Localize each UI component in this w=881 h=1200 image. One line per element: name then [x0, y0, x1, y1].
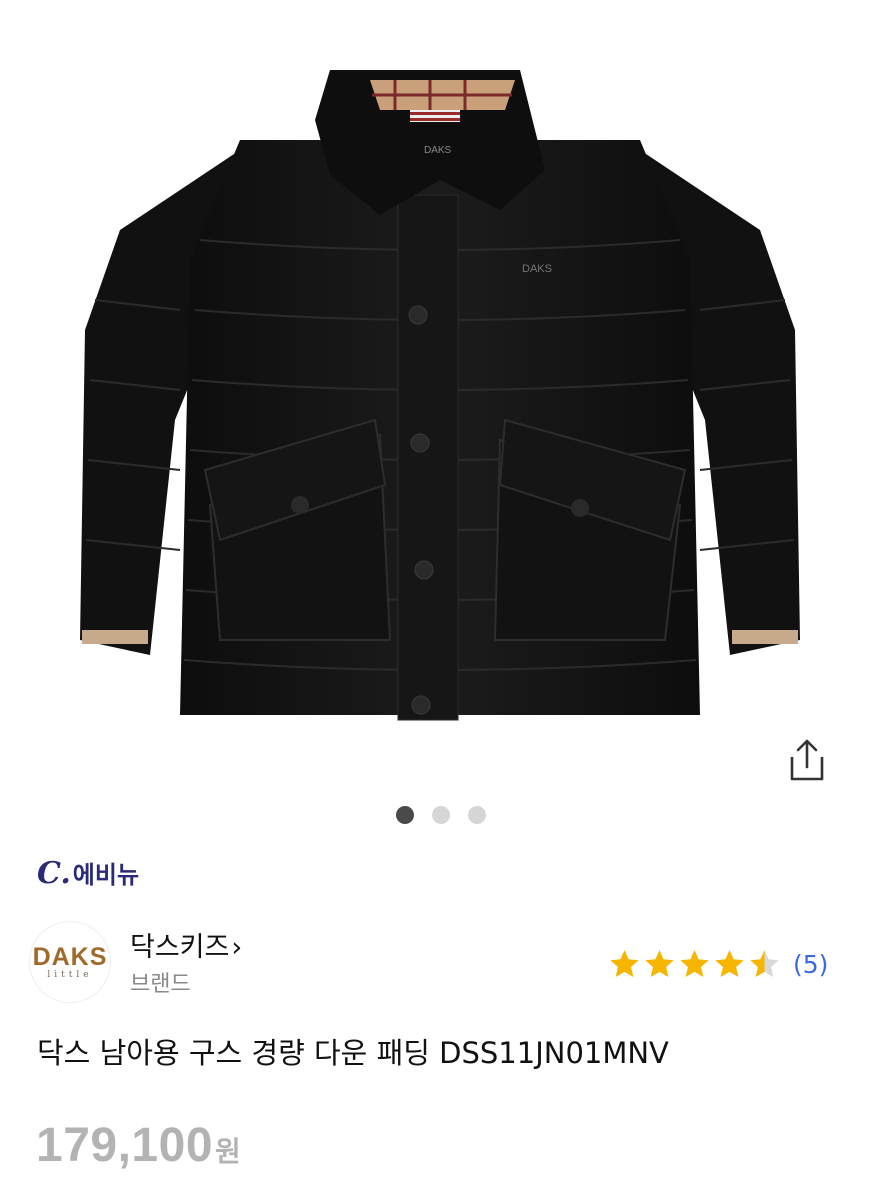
avenue-badge: C. 에비뉴	[37, 855, 139, 891]
product-price: 179,100 원	[36, 1118, 241, 1173]
brand-name: 닥스키즈	[130, 932, 230, 963]
star-filled-icon	[610, 950, 639, 977]
avenue-badge-c: C.	[37, 856, 71, 891]
product-image-gallery[interactable]: DAKS DAKS	[0, 0, 881, 800]
price-amount: 179,100	[36, 1119, 214, 1172]
brand-link[interactable]: 닥스키즈›	[130, 925, 242, 964]
review-count[interactable]: (5)	[793, 950, 828, 979]
rating-summary[interactable]: (5)	[608, 948, 828, 981]
star-rating	[608, 948, 781, 981]
star-filled-icon	[645, 950, 674, 977]
chevron-right-icon: ›	[231, 932, 243, 963]
product-title: 닥스 남아용 구스 경량 다운 패딩 DSS11JN01MNV	[37, 1036, 669, 1070]
product-photo: DAKS DAKS	[80, 70, 800, 721]
pagination-dot-2[interactable]	[431, 806, 450, 824]
pagination-dot-1[interactable]	[395, 806, 414, 824]
brand-logo-sub: little	[47, 970, 93, 980]
avenue-badge-label: 에비뉴	[72, 861, 140, 889]
star-filled-icon	[680, 950, 709, 977]
brand-subtitle: 브랜드	[130, 972, 191, 997]
share-button[interactable]	[784, 735, 830, 785]
pagination-dot-3[interactable]	[467, 806, 486, 824]
gallery-pagination	[0, 806, 881, 826]
brand-logo[interactable]: DAKS little	[30, 922, 110, 1002]
collar-logo-text: DAKS	[424, 145, 452, 156]
brand-logo-main: DAKS	[32, 943, 108, 971]
star-half-icon	[750, 950, 779, 977]
chest-logo-text: DAKS	[522, 263, 552, 275]
share-icon	[790, 739, 824, 781]
price-currency: 원	[215, 1135, 241, 1168]
star-filled-icon	[715, 950, 744, 977]
